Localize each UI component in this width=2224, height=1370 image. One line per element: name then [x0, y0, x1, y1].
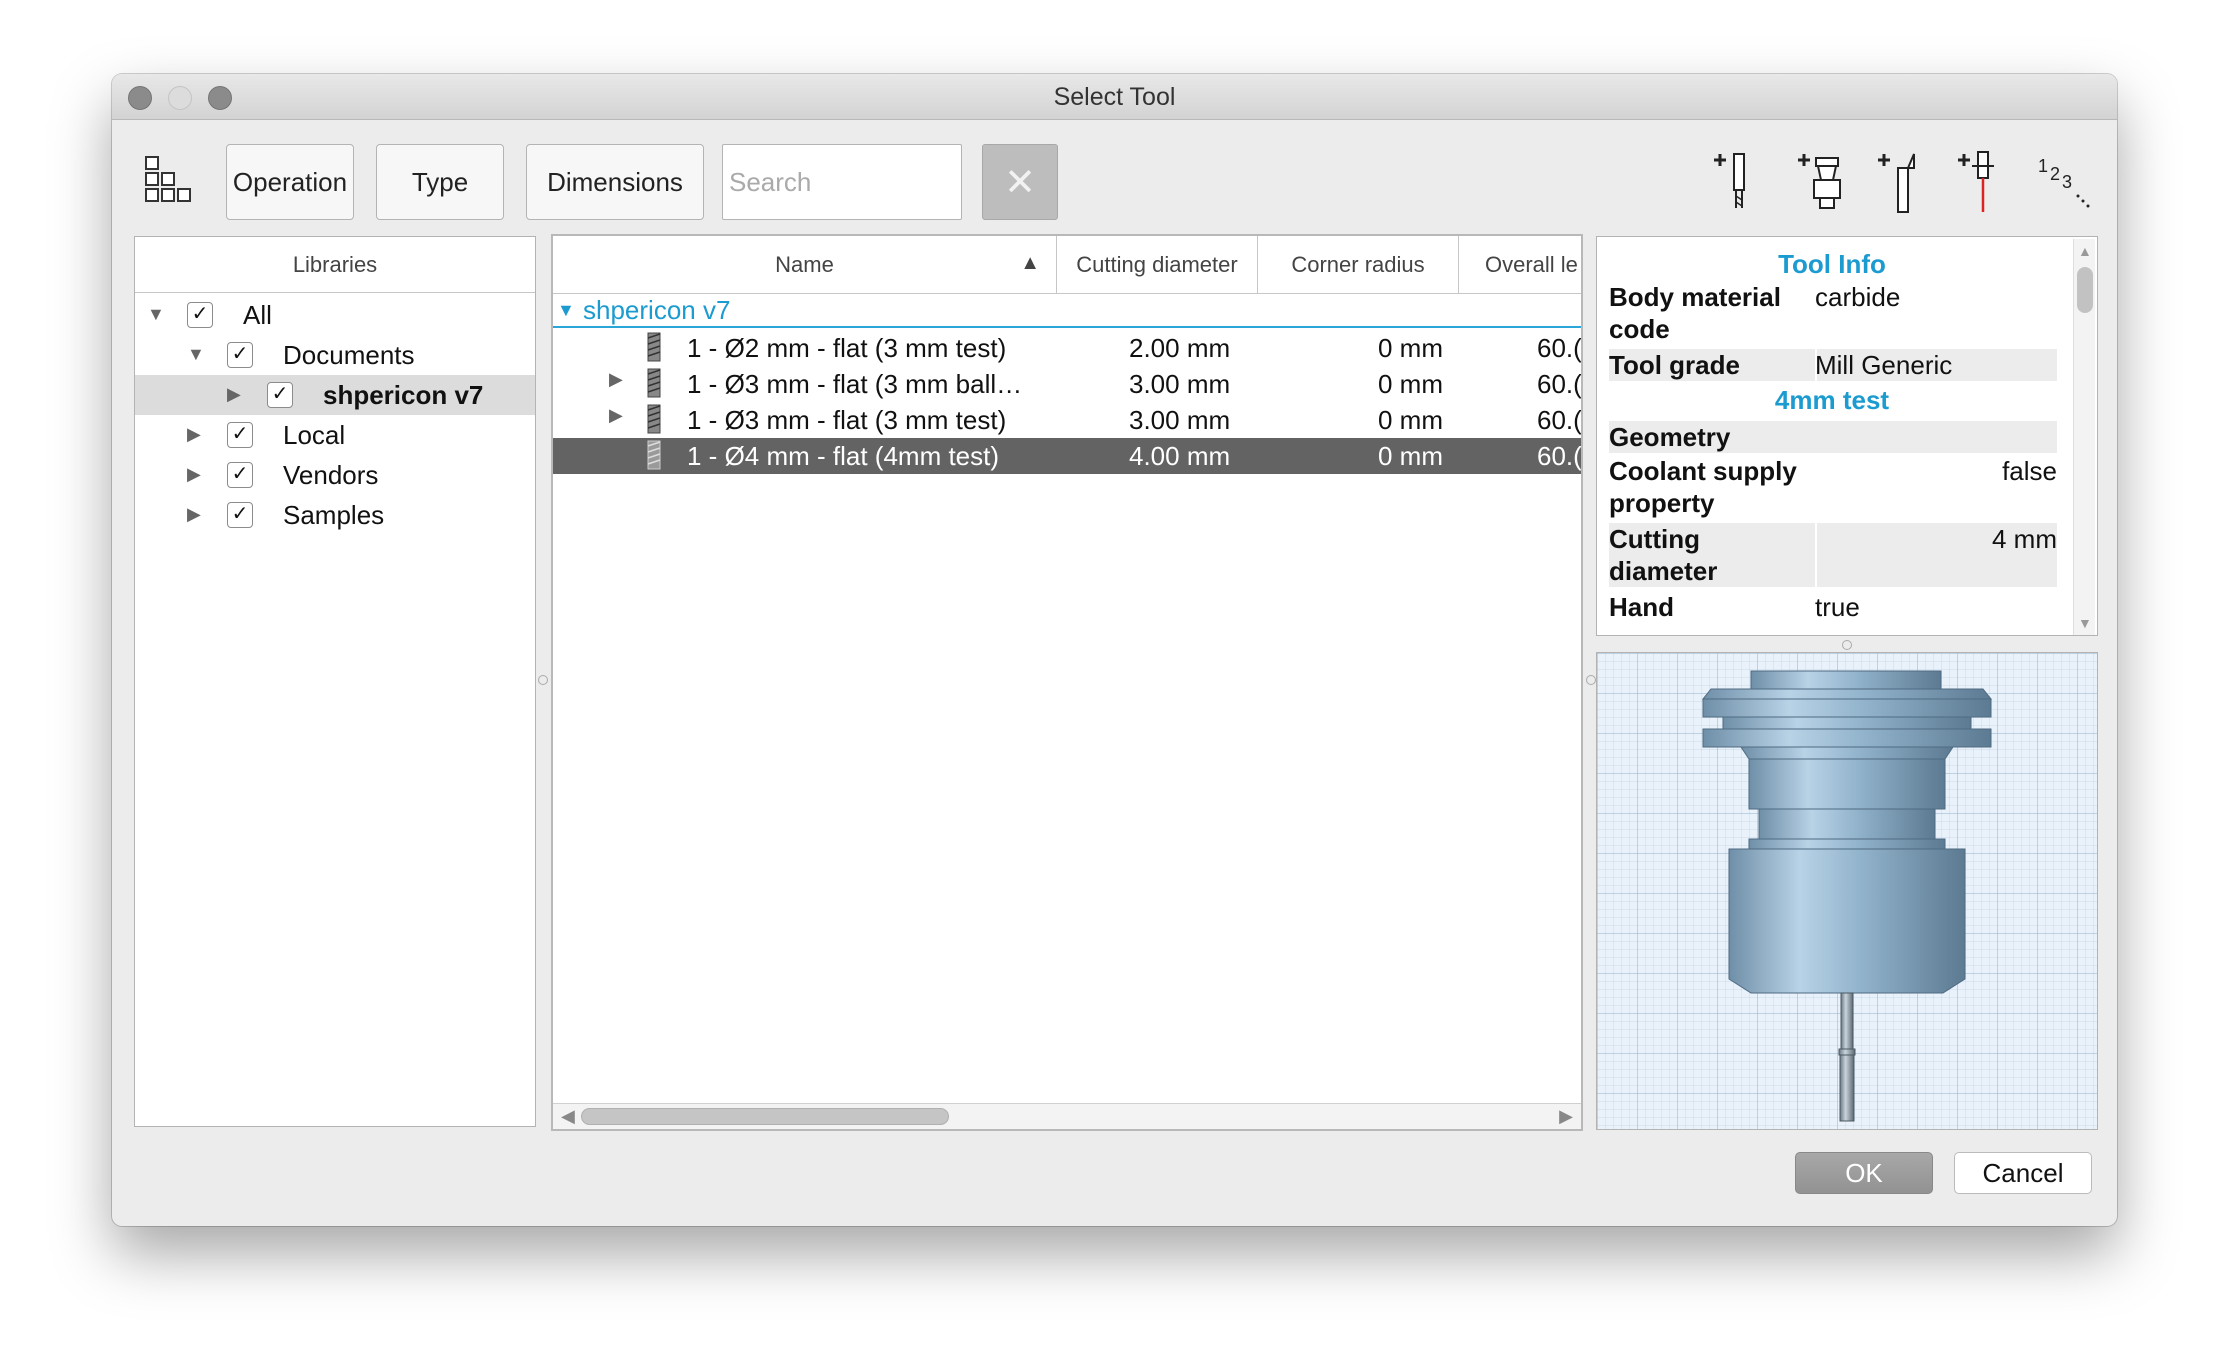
type-filter-button[interactable]: Type [376, 144, 504, 220]
table-row[interactable]: 1 - Ø2 mm - flat (3 mm test) 2.00 mm 0 m… [553, 330, 1581, 366]
numbering-icon[interactable]: 1 2 3 [2034, 148, 2096, 218]
disclosure-open-icon[interactable]: ▼ [187, 344, 205, 365]
corner-radius-cell: 0 mm [1378, 369, 1443, 399]
flat-endmill-icon [647, 368, 661, 398]
library-item-local[interactable]: ▶ ✓ Local [135, 415, 535, 455]
overall-length-cell: 60.( [1537, 369, 1582, 399]
libraries-header: Libraries [135, 237, 535, 293]
library-samples-checkbox[interactable]: ✓ [227, 502, 253, 528]
library-local-checkbox[interactable]: ✓ [227, 422, 253, 448]
flat-endmill-icon [647, 440, 661, 470]
cutting-diameter-cell: 3.00 mm [1129, 369, 1231, 399]
splitter-handle[interactable] [538, 675, 548, 685]
corner-radius-cell: 0 mm [1378, 333, 1443, 363]
flat-endmill-icon [647, 332, 661, 362]
disclosure-closed-icon[interactable]: ▶ [609, 405, 623, 426]
tool-name: 1 - Ø4 mm - flat (4mm test) [687, 441, 1000, 471]
scroll-right-icon[interactable]: ▶ [1559, 1106, 1573, 1127]
layout-grid-icon[interactable] [145, 156, 203, 214]
tool-info-heading: Tool Info [1778, 249, 1886, 279]
library-item-samples[interactable]: ▶ ✓ Samples [135, 495, 535, 535]
overall-length-cell: 60.( [1537, 405, 1582, 435]
library-documents-checkbox[interactable]: ✓ [227, 342, 253, 368]
tool-holder-3d-preview [1701, 670, 1993, 1122]
library-item-all[interactable]: ▼ ✓ All [135, 295, 535, 335]
title-bar: Select Tool [112, 74, 2117, 120]
add-probe-icon[interactable] [1954, 148, 2016, 218]
disclosure-closed-icon[interactable]: ▶ [227, 384, 241, 405]
scroll-up-icon[interactable]: ▲ [2078, 243, 2092, 259]
table-row[interactable]: ▶ 1 - Ø3 mm - flat (3 mm test) 3.00 mm 0… [553, 402, 1581, 438]
svg-text:2: 2 [2050, 164, 2060, 184]
disclosure-open-icon[interactable]: ▼ [147, 304, 165, 325]
table-row[interactable]: ▶ 1 - Ø3 mm - flat (3 mm ball… 3.00 mm 0… [553, 366, 1581, 402]
cutting-diameter-cell: 3.00 mm [1129, 405, 1231, 435]
cutting-diameter-cell: 4.00 mm [1129, 441, 1231, 471]
column-header-cutting-diameter[interactable]: Cutting diameter [1057, 236, 1258, 293]
tool-info-panel: Tool Info Body material code carbide Too… [1596, 236, 2098, 636]
tool-name: 1 - Ø3 mm - flat (3 mm ball… [687, 369, 1023, 399]
libraries-panel: Libraries ▼ ✓ All ▼ ✓ Documents ▶ ✓ shpe… [134, 236, 536, 1127]
disclosure-closed-icon[interactable]: ▶ [187, 424, 201, 445]
info-row-hand: Hand true [1609, 592, 1860, 622]
column-header-name[interactable]: Name ▲ [553, 236, 1057, 293]
search-input[interactable] [722, 144, 962, 220]
scrollbar-thumb[interactable] [2077, 267, 2093, 313]
info-row-cutting-diameter: Cutting diameter 4 mm [1609, 524, 2057, 586]
flat-endmill-icon [647, 404, 661, 434]
info-row-coolant: Coolant supply property false [1609, 456, 2057, 518]
table-row-selected[interactable]: 1 - Ø4 mm - flat (4mm test) 4.00 mm 0 mm… [553, 438, 1581, 474]
clear-search-button[interactable]: ✕ [982, 144, 1058, 220]
vertical-scrollbar[interactable]: ▲ ▼ [2073, 239, 2095, 635]
tool-name-heading: 4mm test [1774, 385, 1890, 415]
tool-name: 1 - Ø3 mm - flat (3 mm test) [687, 405, 1007, 435]
info-row-geometry: Geometry [1609, 422, 1731, 452]
splitter-handle[interactable] [1586, 675, 1596, 685]
svg-text:1: 1 [2038, 156, 2048, 176]
info-row-body-material: Body material code carbide [1609, 282, 1901, 344]
sort-ascending-icon: ▲ [1020, 252, 1040, 274]
add-mill-tool-icon[interactable] [1710, 148, 1772, 218]
disclosure-open-icon[interactable]: ▼ [557, 300, 575, 321]
svg-text:3: 3 [2062, 172, 2072, 192]
operation-filter-button[interactable]: Operation [226, 144, 354, 220]
library-item-shpericon-v7[interactable]: ▶ ✓ shpericon v7 [135, 375, 535, 415]
column-header-corner-radius[interactable]: Corner radius [1258, 236, 1459, 293]
scroll-down-icon[interactable]: ▼ [2078, 615, 2092, 631]
ok-button[interactable]: OK [1795, 1152, 1933, 1194]
add-turning-tool-icon[interactable] [1874, 148, 1936, 218]
corner-radius-cell: 0 mm [1378, 405, 1443, 435]
group-row[interactable]: ▼ shpericon v7 [553, 294, 1581, 328]
scrollbar-thumb[interactable] [581, 1108, 949, 1125]
add-holder-icon[interactable] [1794, 148, 1856, 218]
tool-name: 1 - Ø2 mm - flat (3 mm test) [687, 333, 1007, 363]
disclosure-closed-icon[interactable]: ▶ [187, 464, 201, 485]
table-header: Name ▲ Cutting diameter Corner radius Ov… [553, 236, 1581, 294]
info-row-tool-grade: Tool grade Mill Generic [1609, 350, 1953, 380]
library-vendors-checkbox[interactable]: ✓ [227, 462, 253, 488]
overall-length-cell: 60.( [1537, 441, 1582, 471]
overall-length-cell: 60.( [1537, 333, 1582, 363]
scroll-left-icon[interactable]: ◀ [561, 1106, 575, 1127]
tools-table: Name ▲ Cutting diameter Corner radius Ov… [551, 234, 1583, 1131]
horizontal-scrollbar[interactable]: ◀ ▶ [553, 1103, 1581, 1129]
disclosure-closed-icon[interactable]: ▶ [187, 504, 201, 525]
library-shpericon-checkbox[interactable]: ✓ [267, 382, 293, 408]
library-item-documents[interactable]: ▼ ✓ Documents [135, 335, 535, 375]
tool-preview-viewport[interactable] [1596, 652, 2098, 1130]
corner-radius-cell: 0 mm [1378, 441, 1443, 471]
splitter-handle[interactable] [1842, 640, 1852, 650]
disclosure-closed-icon[interactable]: ▶ [609, 369, 623, 390]
cutting-diameter-cell: 2.00 mm [1129, 333, 1231, 363]
dimensions-filter-button[interactable]: Dimensions [526, 144, 704, 220]
library-item-vendors[interactable]: ▶ ✓ Vendors [135, 455, 535, 495]
window-title: Select Tool [1053, 83, 1176, 111]
select-tool-dialog: Select Tool Operation Type Dimensions ✕ … [112, 74, 2117, 1226]
group-label: shpericon v7 [583, 295, 731, 325]
column-header-overall-length[interactable]: Overall le [1459, 236, 1581, 293]
library-all-checkbox[interactable]: ✓ [187, 302, 213, 328]
cancel-button[interactable]: Cancel [1954, 1152, 2092, 1194]
